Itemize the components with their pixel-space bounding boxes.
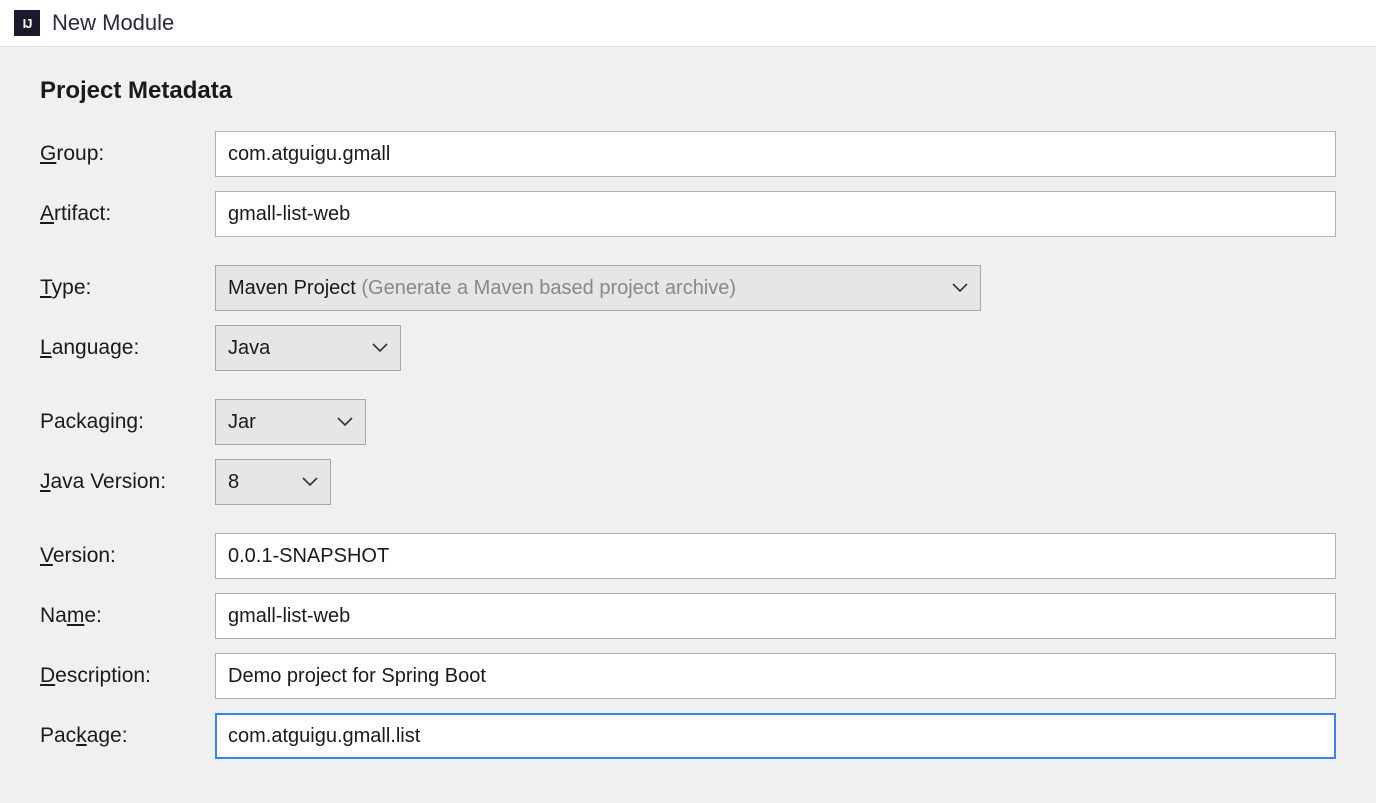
version-input[interactable] (215, 533, 1336, 579)
language-dropdown-text: Java (228, 337, 270, 360)
label-version: Version: (40, 544, 215, 568)
row-group: Group: (40, 131, 1336, 177)
row-version: Version: (40, 533, 1336, 579)
intellij-icon: IJ (14, 10, 40, 36)
row-language: Language: Java (40, 325, 1336, 371)
chevron-down-icon (337, 417, 353, 427)
label-java-version: Java Version: (40, 470, 215, 494)
row-type: Type: Maven Project (Generate a Maven ba… (40, 265, 1336, 311)
language-dropdown[interactable]: Java (215, 325, 401, 371)
row-description: Description: (40, 653, 1336, 699)
package-input[interactable] (215, 713, 1336, 759)
packaging-dropdown[interactable]: Jar (215, 399, 366, 445)
label-artifact: Artifact: (40, 202, 215, 226)
chevron-down-icon (952, 283, 968, 293)
name-input[interactable] (215, 593, 1336, 639)
row-name: Name: (40, 593, 1336, 639)
label-language: Language: (40, 336, 215, 360)
window-title: New Module (52, 10, 174, 36)
artifact-input[interactable] (215, 191, 1336, 237)
label-type: Type: (40, 276, 215, 300)
row-package: Package: (40, 713, 1336, 759)
row-packaging: Packaging: Jar (40, 399, 1336, 445)
java-version-dropdown-text: 8 (228, 471, 239, 494)
type-dropdown-text: Maven Project (Generate a Maven based pr… (228, 277, 736, 300)
chevron-down-icon (372, 343, 388, 353)
label-package: Package: (40, 724, 215, 748)
description-input[interactable] (215, 653, 1336, 699)
label-packaging: Packaging: (40, 410, 215, 434)
type-dropdown[interactable]: Maven Project (Generate a Maven based pr… (215, 265, 981, 311)
label-description: Description: (40, 664, 215, 688)
label-group: Group: (40, 142, 215, 166)
row-java-version: Java Version: 8 (40, 459, 1336, 505)
row-artifact: Artifact: (40, 191, 1336, 237)
chevron-down-icon (302, 477, 318, 487)
java-version-dropdown[interactable]: 8 (215, 459, 331, 505)
group-input[interactable] (215, 131, 1336, 177)
section-title: Project Metadata (40, 77, 1336, 105)
packaging-dropdown-text: Jar (228, 411, 256, 434)
label-name: Name: (40, 604, 215, 628)
content-area: Project Metadata Group: Artifact: Type: … (0, 47, 1376, 803)
title-bar: IJ New Module (0, 0, 1376, 47)
